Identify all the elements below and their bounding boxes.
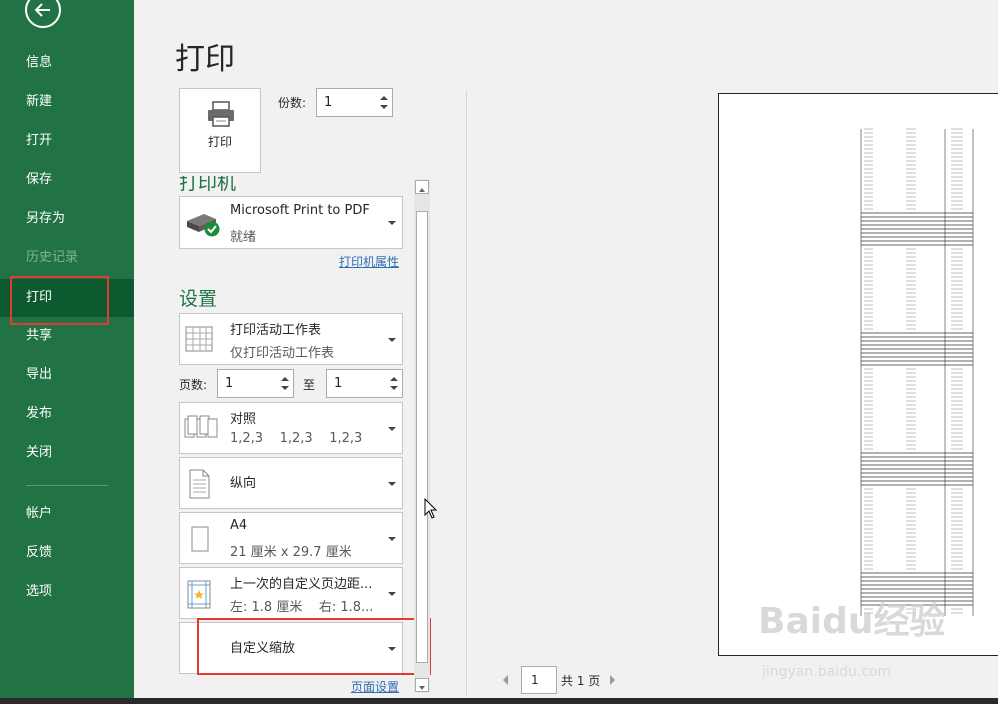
sidebar-item-publish[interactable]: 发布 [0, 395, 134, 433]
sidebar-item-export[interactable]: 导出 [0, 356, 134, 394]
triangle-up-icon [419, 188, 425, 192]
printer-name: Microsoft Print to PDF [230, 203, 370, 218]
pages-label: 页数: [179, 378, 208, 392]
collate-line1: 对照 [230, 412, 257, 427]
page-setup-link[interactable]: 页面设置 [351, 678, 399, 694]
spin-down-icon[interactable] [389, 385, 399, 391]
pages-to-value: 1 [334, 376, 343, 391]
portrait-page-icon [189, 469, 210, 499]
taskbar-strip [0, 698, 998, 704]
sidebar-item-close[interactable]: 关闭 [0, 434, 134, 472]
spin-down-icon[interactable] [280, 385, 290, 391]
print-button[interactable]: 打印 [179, 88, 261, 173]
printer-ready-icon [187, 214, 220, 237]
print-what-line1: 打印活动工作表 [230, 323, 322, 338]
chevron-down-icon [388, 592, 396, 596]
pages-to-label: 至 [303, 378, 316, 392]
print-what-line2: 仅打印活动工作表 [230, 346, 335, 361]
printer-properties-link[interactable]: 打印机属性 [339, 253, 399, 270]
orientation-line1: 纵向 [230, 476, 257, 491]
spin-up-icon[interactable] [379, 95, 389, 101]
paper-size-icon [191, 526, 209, 552]
chevron-down-icon [388, 482, 396, 486]
print-button-label: 打印 [207, 135, 232, 149]
custom-margins-icon [187, 580, 211, 609]
preview-table-thumbnail [860, 128, 974, 616]
pages-to-spinner[interactable]: 1 [326, 369, 403, 398]
panel-divider [466, 90, 467, 696]
settings-scroll-area: 打印机 Microsoft Print to PDF 就绪 打印机属性 设置 打… [170, 176, 414, 694]
copies-spinner[interactable]: 1 [316, 88, 393, 117]
print-what-dropdown[interactable]: 打印活动工作表 仅打印活动工作表 [179, 313, 403, 365]
sidebar-item-save-as[interactable]: 另存为 [0, 200, 134, 238]
chevron-down-icon [388, 427, 396, 431]
collate-line2: 1,2,3 1,2,3 1,2,3 [230, 431, 363, 446]
sidebar-item-new[interactable]: 新建 [0, 83, 134, 121]
scroll-up-button[interactable] [415, 180, 429, 194]
total-pages-label: 共 1 页 [561, 674, 601, 688]
printer-status: 就绪 [230, 230, 257, 245]
spin-up-icon[interactable] [280, 376, 290, 382]
sidebar-item-info[interactable]: 信息 [0, 44, 134, 82]
sidebar-divider [26, 485, 108, 486]
triangle-down-icon [419, 686, 425, 690]
paper-size-dropdown[interactable]: A4 21 厘米 x 29.7 厘米 [179, 512, 403, 564]
copies-label: 份数: [278, 96, 307, 110]
chevron-down-icon [388, 338, 396, 342]
copies-value: 1 [324, 95, 333, 110]
sidebar-item-feedback[interactable]: 反馈 [0, 534, 134, 572]
collate-dropdown[interactable]: 对照 1,2,3 1,2,3 1,2,3 [179, 402, 403, 454]
sidebar-item-account[interactable]: 帐户 [0, 495, 134, 533]
page-title: 打印 [175, 42, 235, 77]
settings-section-title: 设置 [179, 288, 218, 310]
highlight-box-print-nav [10, 276, 109, 325]
spin-down-icon[interactable] [379, 104, 389, 110]
printer-section-title: 打印机 [179, 176, 237, 194]
worksheet-grid-icon [185, 326, 213, 352]
printer-icon [208, 101, 234, 127]
sidebar-item-save[interactable]: 保存 [0, 161, 134, 199]
sidebar-item-history: 历史记录 [26, 250, 79, 265]
spin-up-icon[interactable] [389, 376, 399, 382]
paper-size-line1: A4 [230, 518, 248, 533]
current-page-value: 1 [531, 673, 539, 687]
sidebar-item-options[interactable]: 选项 [0, 573, 134, 611]
margins-line2: 左: 1.8 厘米 右: 1.8... [230, 600, 374, 615]
print-preview-page [718, 93, 998, 656]
watermark-url: jingyan.baidu.com [762, 664, 892, 680]
margins-dropdown[interactable]: 上一次的自定义页边距... 左: 1.8 厘米 右: 1.8... [179, 567, 403, 619]
paper-size-line2: 21 厘米 x 29.7 厘米 [230, 545, 352, 560]
scroll-down-button[interactable] [415, 678, 429, 692]
backstage-sidebar: 信息 新建 打开 保存 另存为 历史记录 打印 共享 导出 发布 关闭 帐户 反… [0, 0, 134, 698]
current-page-input[interactable]: 1 [521, 666, 557, 694]
chevron-down-icon [388, 221, 396, 225]
mouse-cursor-icon [424, 498, 438, 519]
watermark-logo: Baidu经验 [758, 601, 946, 642]
printer-dropdown[interactable]: Microsoft Print to PDF 就绪 [179, 196, 403, 249]
sidebar-item-open[interactable]: 打开 [0, 122, 134, 160]
scrollbar-thumb[interactable] [416, 211, 428, 663]
settings-scrollbar[interactable] [414, 179, 430, 693]
previous-page-icon[interactable] [503, 675, 508, 685]
next-page-icon[interactable] [610, 675, 615, 685]
chevron-down-icon [388, 537, 396, 541]
pages-from-spinner[interactable]: 1 [217, 369, 294, 398]
margins-line1: 上一次的自定义页边距... [230, 577, 373, 592]
back-arrow-icon[interactable] [25, 0, 61, 28]
highlight-box-scaling [197, 618, 431, 675]
pages-from-value: 1 [225, 376, 234, 391]
orientation-dropdown[interactable]: 纵向 [179, 457, 403, 509]
collate-icon [184, 415, 218, 438]
